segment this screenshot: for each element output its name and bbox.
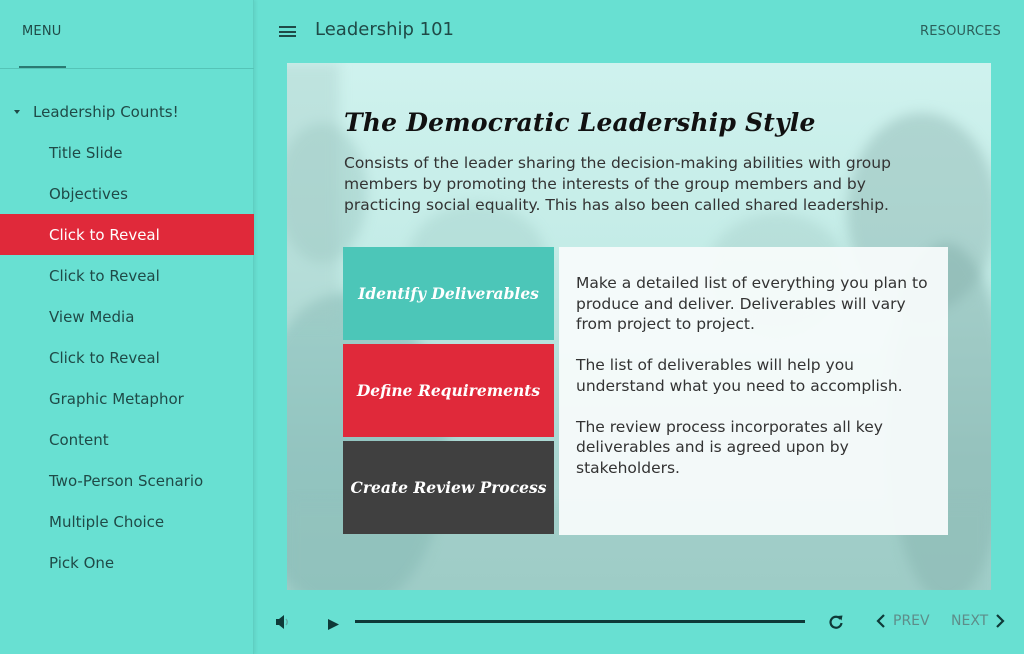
menu-item-multiple-choice[interactable]: Multiple Choice — [0, 501, 254, 542]
menu-list: Leadership Counts! Title Slide Objective… — [0, 91, 254, 583]
sidebar: MENU Leadership Counts! Title Slide Obje… — [0, 0, 254, 654]
tab-define-requirements[interactable]: Define Requirements — [343, 344, 554, 437]
menu-tab[interactable]: MENU — [22, 24, 61, 39]
course-title: Leadership 101 — [315, 19, 455, 40]
slide: The Democratic Leadership Style Consists… — [287, 63, 991, 590]
menu-item-title-slide[interactable]: Title Slide — [0, 132, 254, 173]
prev-label: PREV — [893, 613, 930, 629]
menu-section-label: Leadership Counts! — [33, 102, 179, 121]
reveal-paragraph: Make a detailed list of everything you p… — [576, 274, 928, 333]
reveal-content-panel: Make a detailed list of everything you p… — [559, 247, 948, 535]
menu-item-content[interactable]: Content — [0, 419, 254, 460]
menu-item-click-to-reveal-2[interactable]: Click to Reveal — [0, 255, 254, 296]
menu-item-view-media[interactable]: View Media — [0, 296, 254, 337]
menu-section-leadership-counts[interactable]: Leadership Counts! — [0, 91, 254, 132]
play-icon[interactable] — [327, 616, 340, 635]
reveal-paragraph: The list of deliverables will help you u… — [576, 356, 903, 395]
resources-link[interactable]: RESOURCES — [920, 24, 1001, 39]
volume-icon[interactable] — [275, 614, 293, 634]
menu-item-pick-one[interactable]: Pick One — [0, 542, 254, 583]
hamburger-icon[interactable] — [279, 26, 296, 37]
menu-item-two-person-scenario[interactable]: Two-Person Scenario — [0, 460, 254, 501]
next-label: NEXT — [951, 613, 989, 629]
chevron-right-icon — [996, 614, 1005, 628]
progress-fill — [355, 620, 805, 623]
tab-create-review-process[interactable]: Create Review Process — [343, 441, 554, 534]
caret-down-icon — [14, 110, 20, 114]
slide-description: Consists of the leader sharing the decis… — [344, 154, 891, 214]
prev-button[interactable]: PREV — [876, 613, 930, 629]
menu-item-objectives[interactable]: Objectives — [0, 173, 254, 214]
replay-icon[interactable] — [827, 613, 845, 635]
menu-divider — [0, 68, 254, 69]
next-button[interactable]: NEXT — [951, 613, 1005, 629]
menu-item-click-to-reveal-3[interactable]: Click to Reveal — [0, 337, 254, 378]
reveal-paragraph: The review process incorporates all key … — [576, 417, 883, 477]
slide-title: The Democratic Leadership Style — [344, 108, 816, 137]
menu-item-graphic-metaphor[interactable]: Graphic Metaphor — [0, 378, 254, 419]
tab-identify-deliverables[interactable]: Identify Deliverables — [343, 247, 554, 340]
chevron-left-icon — [876, 614, 885, 628]
menu-item-click-to-reveal-active[interactable]: Click to Reveal — [0, 214, 254, 255]
progress-bar[interactable] — [355, 620, 805, 623]
